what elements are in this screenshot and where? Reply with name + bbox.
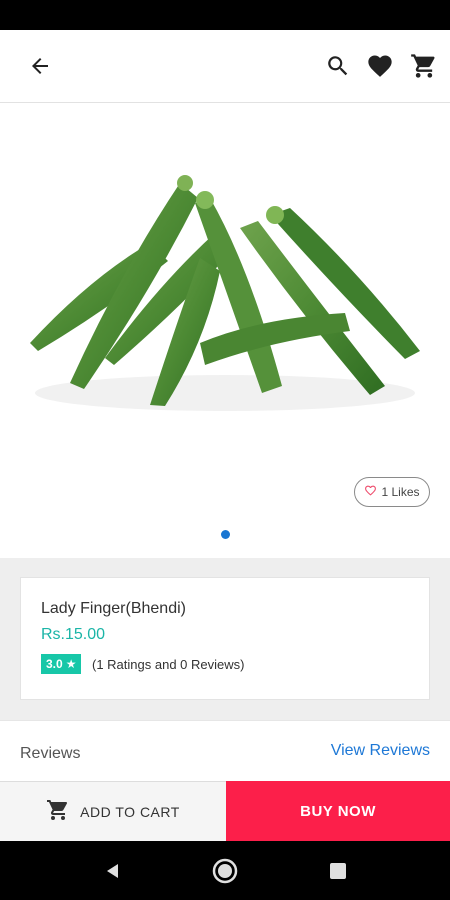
reviews-section: Reviews View Reviews <box>0 720 450 783</box>
heart-outline-icon <box>364 484 377 500</box>
status-bar <box>0 0 450 30</box>
likes-button[interactable]: 1 Likes <box>354 477 430 507</box>
view-reviews-link[interactable]: View Reviews <box>331 742 430 760</box>
app-bar <box>0 30 450 103</box>
nav-back-icon[interactable] <box>97 856 127 886</box>
system-navigation-bar <box>0 841 450 900</box>
cart-icon[interactable] <box>410 52 438 80</box>
bottom-action-bar: ADD TO CART BUY NOW <box>0 781 450 841</box>
reviews-title: Reviews <box>20 745 81 762</box>
arrow-back-icon[interactable] <box>26 52 54 80</box>
nav-home-icon[interactable] <box>210 856 240 886</box>
heart-icon[interactable] <box>366 52 394 80</box>
product-price: Rs.15.00 <box>41 626 106 643</box>
product-info-section: Lady Finger(Bhendi) Rs.15.00 3.0 ★ (1 Ra… <box>0 558 450 720</box>
nav-recents-icon[interactable] <box>323 856 353 886</box>
product-info-card: Lady Finger(Bhendi) Rs.15.00 3.0 ★ (1 Ra… <box>20 577 430 700</box>
rating-value: 3.0 <box>46 657 63 671</box>
cart-icon <box>46 798 70 825</box>
add-to-cart-label: ADD TO CART <box>80 803 180 820</box>
search-icon[interactable] <box>324 52 352 80</box>
buy-now-button[interactable]: BUY NOW <box>226 781 450 841</box>
likes-count: 1 Likes <box>381 485 420 499</box>
rating-badge: 3.0 ★ <box>41 654 82 674</box>
carousel-indicator-dot[interactable] <box>221 530 230 539</box>
product-name: Lady Finger(Bhendi) <box>41 600 186 617</box>
star-icon: ★ <box>65 657 77 671</box>
add-to-cart-button[interactable]: ADD TO CART <box>0 781 226 841</box>
rating-summary: (1 Ratings and 0 Reviews) <box>92 657 245 672</box>
